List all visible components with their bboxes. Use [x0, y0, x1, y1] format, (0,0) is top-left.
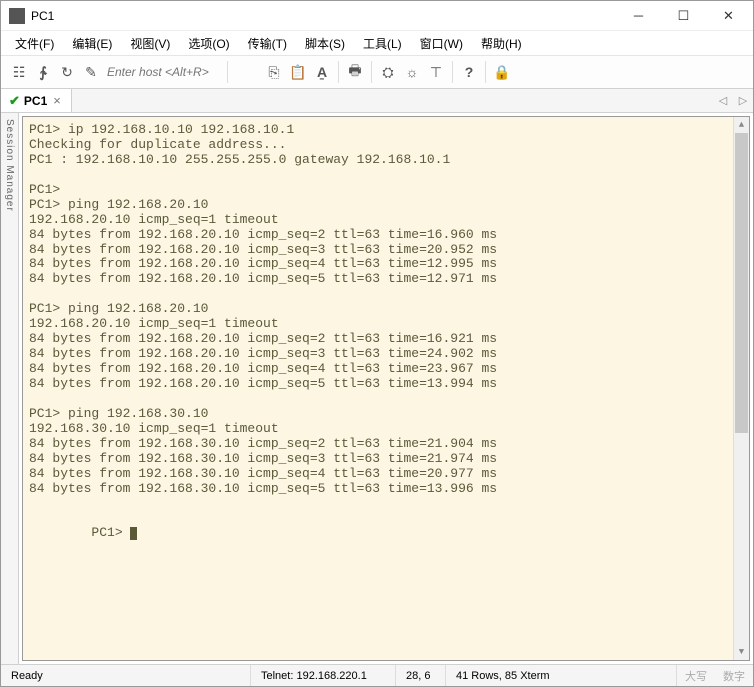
- menu-edit[interactable]: 编辑(E): [64, 33, 120, 54]
- tab-close-icon[interactable]: ×: [51, 93, 63, 108]
- tab-scroll-right-icon[interactable]: ▷: [733, 89, 753, 112]
- scroll-up-icon[interactable]: ▲: [734, 117, 749, 133]
- paste-icon[interactable]: 📋: [286, 60, 310, 84]
- find-icon[interactable]: A̱: [310, 60, 334, 84]
- session-options-icon[interactable]: ☼: [400, 60, 424, 84]
- session-manager-panel-tab[interactable]: Session Manager: [1, 113, 19, 664]
- status-caps: 大写: [677, 668, 715, 684]
- print-icon[interactable]: 🖶: [343, 60, 367, 84]
- app-window: PC1 ─ ☐ ✕ 文件(F) 编辑(E) 视图(V) 选项(O) 传输(T) …: [0, 0, 754, 687]
- status-ready: Ready: [1, 665, 251, 686]
- app-icon: [9, 8, 25, 24]
- statusbar: Ready Telnet: 192.168.220.1 28, 6 41 Row…: [1, 664, 753, 686]
- key-icon[interactable]: ⊤: [424, 60, 448, 84]
- menubar: 文件(F) 编辑(E) 视图(V) 选项(O) 传输(T) 脚本(S) 工具(L…: [1, 31, 753, 55]
- toolbar-separator: [452, 61, 453, 83]
- tab-scroll-left-icon[interactable]: ◁: [713, 89, 733, 112]
- titlebar[interactable]: PC1 ─ ☐ ✕: [1, 1, 753, 31]
- session-manager-icon[interactable]: ☷: [7, 60, 31, 84]
- host-input[interactable]: [103, 62, 223, 82]
- lock-icon[interactable]: 🔒: [490, 60, 514, 84]
- status-connection: Telnet: 192.168.220.1: [251, 665, 396, 686]
- window-controls: ─ ☐ ✕: [616, 1, 751, 30]
- terminal[interactable]: PC1> ip 192.168.10.10 192.168.10.1 Check…: [22, 116, 750, 661]
- menu-tools[interactable]: 工具(L): [355, 33, 410, 54]
- tabbar: ✔ PC1 × ◁ ▷: [1, 89, 753, 113]
- reconnect-icon[interactable]: ↻: [55, 60, 79, 84]
- terminal-wrap: PC1> ip 192.168.10.10 192.168.10.1 Check…: [19, 113, 753, 664]
- terminal-cursor: [130, 527, 137, 540]
- menu-transfer[interactable]: 传输(T): [240, 33, 295, 54]
- status-position: 28, 6: [396, 665, 446, 686]
- menu-options[interactable]: 选项(O): [180, 33, 237, 54]
- tab-label: PC1: [24, 94, 47, 108]
- connected-check-icon: ✔: [9, 93, 20, 109]
- close-button[interactable]: ✕: [706, 1, 751, 30]
- scroll-thumb[interactable]: [735, 133, 748, 433]
- toolbar: ☷ ∱ ↻ ✎ ⎘ 📋 A̱ 🖶 ⛭ ☼ ⊤ ? 🔒: [1, 55, 753, 89]
- status-num: 数字: [715, 668, 753, 684]
- toolbar-separator: [485, 61, 486, 83]
- toolbar-separator: [227, 61, 228, 83]
- maximize-button[interactable]: ☐: [661, 1, 706, 30]
- toolbar-separator: [371, 61, 372, 83]
- status-terminal-info: 41 Rows, 85 Xterm: [446, 665, 677, 686]
- menu-script[interactable]: 脚本(S): [297, 33, 353, 54]
- minimize-button[interactable]: ─: [616, 1, 661, 30]
- help-icon[interactable]: ?: [457, 60, 481, 84]
- menu-view[interactable]: 视图(V): [122, 33, 178, 54]
- menu-file[interactable]: 文件(F): [7, 33, 62, 54]
- toolbar-separator: [338, 61, 339, 83]
- quick-connect-icon[interactable]: ∱: [31, 60, 55, 84]
- copy-icon[interactable]: ⎘: [262, 60, 286, 84]
- body-area: Session Manager PC1> ip 192.168.10.10 19…: [1, 113, 753, 664]
- properties-icon[interactable]: ⛭: [376, 60, 400, 84]
- disconnect-icon[interactable]: ✎: [79, 60, 103, 84]
- session-tab[interactable]: ✔ PC1 ×: [1, 89, 72, 112]
- scrollbar[interactable]: ▲ ▼: [733, 117, 749, 660]
- scroll-down-icon[interactable]: ▼: [734, 644, 749, 660]
- window-title: PC1: [31, 9, 616, 23]
- menu-window[interactable]: 窗口(W): [412, 33, 471, 54]
- tab-spacer: [72, 89, 713, 112]
- menu-help[interactable]: 帮助(H): [473, 33, 530, 54]
